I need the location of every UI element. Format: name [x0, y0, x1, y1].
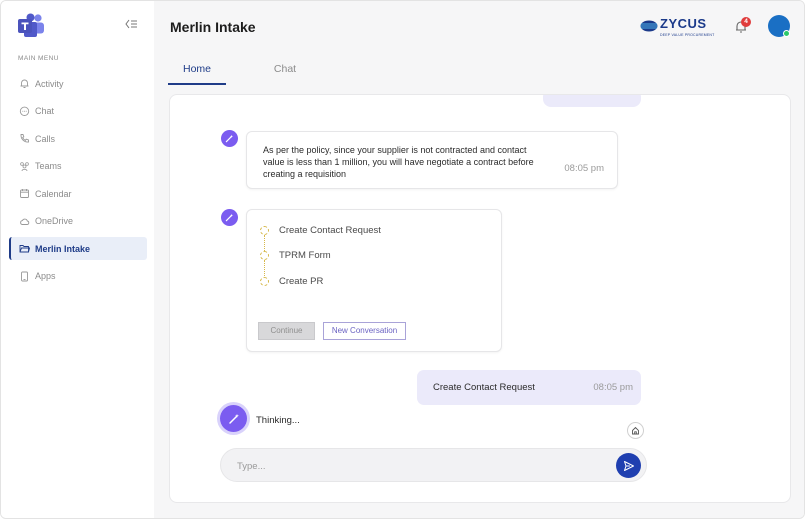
brand-name: ZYCUS: [660, 16, 707, 31]
new-conversation-button[interactable]: New Conversation: [323, 322, 406, 340]
tab-chat[interactable]: Chat: [256, 57, 314, 85]
sidebar-item-label: Teams: [35, 161, 62, 171]
presence-status-dot: [783, 30, 790, 37]
sidebar-item-onedrive[interactable]: OneDrive: [9, 210, 147, 233]
step-connector: [264, 260, 265, 276]
zycus-logo: ZYCUS DEEP VALUE PROCUREMENT: [640, 15, 714, 37]
sidebar-item-merlin-intake[interactable]: Merlin Intake: [9, 237, 147, 260]
user-message: Create Contact Request 08:05 pm: [417, 370, 641, 405]
step-status-icon: [260, 226, 269, 235]
sidebar-item-calendar[interactable]: Calendar: [9, 182, 147, 205]
bot-message-text: As per the policy, since your supplier i…: [263, 145, 534, 179]
zycus-logo-icon: [640, 20, 658, 32]
calendar-icon: [19, 188, 30, 199]
workflow-step[interactable]: Create PR: [260, 276, 323, 287]
apps-icon: [19, 271, 30, 282]
sidebar: MAIN MENU Activity Chat Calls Teams Cale…: [1, 1, 154, 518]
app-window: MAIN MENU Activity Chat Calls Teams Cale…: [0, 0, 805, 519]
teams-logo-icon: [18, 13, 46, 39]
previous-user-message: [543, 95, 641, 107]
step-status-icon: [260, 277, 269, 286]
cloud-icon: [19, 216, 30, 227]
workflow-step[interactable]: Create Contact Request: [260, 225, 381, 236]
message-composer: [220, 448, 647, 482]
step-label: TPRM Form: [279, 250, 331, 261]
step-status-icon: [260, 251, 269, 260]
bell-icon: [19, 78, 30, 89]
sidebar-item-label: Activity: [35, 78, 64, 89]
teams-icon: [19, 161, 30, 172]
bot-message: As per the policy, since your supplier i…: [246, 131, 618, 189]
step-label: Create Contact Request: [279, 225, 381, 236]
workflow-step[interactable]: TPRM Form: [260, 250, 331, 261]
sidebar-item-label: OneDrive: [35, 216, 74, 226]
sidebar-item-label: Chat: [35, 106, 55, 116]
sidebar-item-label: Merlin Intake: [35, 243, 91, 254]
main-content: Merlin Intake ZYCUS DEEP VALUE PROCUREME…: [154, 1, 804, 518]
continue-button[interactable]: Continue: [258, 322, 315, 340]
bot-avatar-icon: [221, 209, 238, 226]
message-timestamp: 08:05 pm: [564, 163, 604, 174]
user-message-text: Create Contact Request: [433, 382, 535, 393]
bot-thinking-icon: [220, 405, 247, 432]
thinking-status: Thinking...: [256, 415, 300, 426]
sidebar-item-apps[interactable]: Apps: [9, 265, 147, 288]
sidebar-item-chat[interactable]: Chat: [9, 100, 147, 123]
workflow-steps-card: Create Contact Request TPRM Form Create …: [246, 209, 502, 352]
page-title: Merlin Intake: [170, 19, 256, 35]
chat-icon: [19, 106, 30, 117]
sidebar-item-teams[interactable]: Teams: [9, 155, 147, 178]
main-menu-heading: MAIN MENU: [18, 55, 59, 62]
phone-icon: [19, 133, 30, 144]
message-timestamp: 08:05 pm: [593, 382, 633, 393]
bot-avatar-icon: [221, 130, 238, 147]
step-label: Create PR: [279, 276, 324, 287]
brand-wordmark: ZYCUS DEEP VALUE PROCUREMENT: [660, 15, 714, 37]
sidebar-item-calls[interactable]: Calls: [9, 127, 147, 150]
sidebar-item-label: Apps: [35, 271, 56, 281]
home-button[interactable]: [627, 422, 644, 439]
main-menu: Activity Chat Calls Teams Calendar OneDr…: [9, 72, 147, 292]
message-input[interactable]: [237, 458, 597, 474]
sidebar-item-label: Calendar: [35, 188, 72, 199]
step-connector: [264, 235, 265, 251]
tab-bar: Home Chat: [168, 57, 344, 85]
send-icon: [623, 460, 634, 471]
sidebar-item-activity[interactable]: Activity: [9, 72, 147, 95]
sidebar-item-label: Calls: [35, 133, 56, 144]
tab-home[interactable]: Home: [168, 57, 226, 85]
chat-panel: As per the policy, since your supplier i…: [169, 94, 791, 503]
brand-tagline: DEEP VALUE PROCUREMENT: [660, 33, 715, 37]
folder-icon: [19, 243, 30, 254]
notification-badge: 4: [741, 17, 751, 27]
collapse-left-icon[interactable]: [125, 17, 137, 32]
send-button[interactable]: [616, 453, 641, 478]
home-icon: [632, 426, 639, 435]
